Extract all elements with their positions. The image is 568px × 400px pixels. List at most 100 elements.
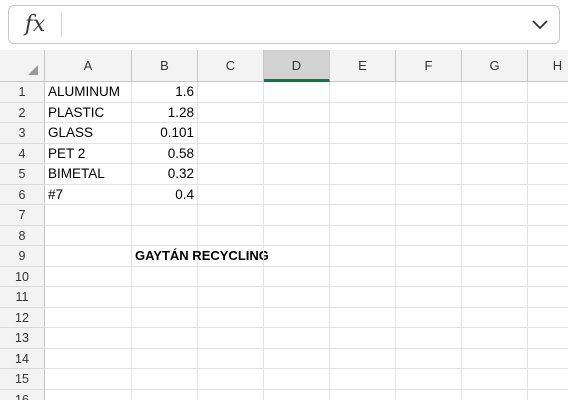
column-header-e[interactable]: E xyxy=(330,50,396,81)
cell-e6[interactable] xyxy=(330,184,396,205)
row-header-13[interactable]: 13 xyxy=(0,328,45,349)
cell-a8[interactable] xyxy=(45,225,132,246)
fx-icon[interactable]: fx xyxy=(9,6,61,43)
cell-b4[interactable]: 0.58 xyxy=(132,143,198,164)
cell-e1[interactable] xyxy=(330,82,396,103)
cell-a15[interactable] xyxy=(45,369,132,390)
cell-g4[interactable] xyxy=(462,143,528,164)
cell-d1[interactable] xyxy=(264,82,330,103)
cell-h11[interactable] xyxy=(528,287,568,308)
spreadsheet-grid[interactable]: ABCDEFGH 1 ALUMINUM 1.6 2 PLASTIC 1.28 3 GLASS 0… xyxy=(0,50,568,400)
row-header-16[interactable]: 16 xyxy=(0,389,45,400)
cell-c7[interactable] xyxy=(198,205,264,226)
cell-g8[interactable] xyxy=(462,225,528,246)
cell-c16[interactable] xyxy=(198,389,264,400)
cell-d6[interactable] xyxy=(264,184,330,205)
cell-e12[interactable] xyxy=(330,307,396,328)
cell-c6[interactable] xyxy=(198,184,264,205)
cell-d13[interactable] xyxy=(264,328,330,349)
cell-g16[interactable] xyxy=(462,389,528,400)
cell-g15[interactable] xyxy=(462,369,528,390)
cell-a9[interactable] xyxy=(45,246,132,267)
cell-h7[interactable] xyxy=(528,205,568,226)
cell-c9[interactable] xyxy=(198,246,264,267)
cell-e16[interactable] xyxy=(330,389,396,400)
cell-d15[interactable] xyxy=(264,369,330,390)
cell-d12[interactable] xyxy=(264,307,330,328)
column-header-h[interactable]: H xyxy=(528,50,568,81)
row-header-12[interactable]: 12 xyxy=(0,307,45,328)
column-header-a[interactable]: A xyxy=(45,50,132,81)
expand-formula-button[interactable] xyxy=(527,12,553,37)
cell-e9[interactable] xyxy=(330,246,396,267)
cell-b10[interactable] xyxy=(132,266,198,287)
cell-c14[interactable] xyxy=(198,348,264,369)
cell-d11[interactable] xyxy=(264,287,330,308)
cell-f11[interactable] xyxy=(396,287,462,308)
cell-a5[interactable]: BIMETAL xyxy=(45,164,132,185)
row-header-3[interactable]: 3 xyxy=(0,123,45,144)
cell-h6[interactable] xyxy=(528,185,568,205)
cell-g6[interactable] xyxy=(462,184,528,205)
cell-g11[interactable] xyxy=(462,287,528,308)
cell-g13[interactable] xyxy=(462,328,528,349)
cell-b11[interactable] xyxy=(132,287,198,308)
cell-g1[interactable] xyxy=(462,82,528,103)
cell-g7[interactable] xyxy=(462,205,528,226)
cell-b14[interactable] xyxy=(132,348,198,369)
cell-f6[interactable] xyxy=(396,184,462,205)
row-header-6[interactable]: 6 xyxy=(0,184,45,205)
cell-a16[interactable] xyxy=(45,389,132,400)
cell-a13[interactable] xyxy=(45,328,132,349)
row-header-5[interactable]: 5 xyxy=(0,164,45,185)
cell-b6[interactable]: 0.4 xyxy=(132,184,198,205)
cell-d2[interactable] xyxy=(264,102,330,123)
cell-b5[interactable]: 0.32 xyxy=(132,164,198,185)
formula-input[interactable] xyxy=(69,12,519,37)
cell-c2[interactable] xyxy=(198,102,264,123)
row-header-15[interactable]: 15 xyxy=(0,369,45,390)
cell-g5[interactable] xyxy=(462,164,528,185)
cell-f4[interactable] xyxy=(396,143,462,164)
cell-b9[interactable]: GAYTÁN RECYCLING xyxy=(132,246,269,267)
cell-f16[interactable] xyxy=(396,389,462,400)
row-header-11[interactable]: 11 xyxy=(0,287,45,308)
cell-f10[interactable] xyxy=(396,266,462,287)
select-all-corner[interactable] xyxy=(0,50,45,81)
cell-h5[interactable] xyxy=(528,164,568,185)
cell-c5[interactable] xyxy=(198,164,264,185)
cell-a6[interactable]: #7 xyxy=(45,184,132,205)
cell-a10[interactable] xyxy=(45,266,132,287)
cell-c3[interactable] xyxy=(198,123,264,144)
cell-h13[interactable] xyxy=(528,328,568,349)
cell-b2[interactable]: 1.28 xyxy=(132,102,198,123)
cell-g14[interactable] xyxy=(462,348,528,369)
cell-e11[interactable] xyxy=(330,287,396,308)
cell-d4[interactable] xyxy=(264,143,330,164)
cell-b13[interactable] xyxy=(132,328,198,349)
cell-f8[interactable] xyxy=(396,225,462,246)
row-header-1[interactable]: 1 xyxy=(0,82,45,103)
cell-b15[interactable] xyxy=(132,369,198,390)
column-header-d[interactable]: D xyxy=(264,50,330,82)
cell-c8[interactable] xyxy=(198,225,264,246)
cell-f7[interactable] xyxy=(396,205,462,226)
cell-f12[interactable] xyxy=(396,307,462,328)
cell-c4[interactable] xyxy=(198,143,264,164)
cell-f5[interactable] xyxy=(396,164,462,185)
cell-a4[interactable]: PET 2 xyxy=(45,143,132,164)
cell-d3[interactable] xyxy=(264,123,330,144)
row-header-14[interactable]: 14 xyxy=(0,348,45,369)
cell-e8[interactable] xyxy=(330,225,396,246)
cell-h16[interactable] xyxy=(528,390,568,400)
cell-h9[interactable] xyxy=(528,246,568,267)
cell-g12[interactable] xyxy=(462,307,528,328)
cell-c15[interactable] xyxy=(198,369,264,390)
cell-e2[interactable] xyxy=(330,102,396,123)
cell-e3[interactable] xyxy=(330,123,396,144)
cell-g2[interactable] xyxy=(462,102,528,123)
column-header-c[interactable]: C xyxy=(198,50,264,81)
cell-a7[interactable] xyxy=(45,205,132,226)
cell-a2[interactable]: PLASTIC xyxy=(45,102,132,123)
cell-a1[interactable]: ALUMINUM xyxy=(45,82,132,103)
